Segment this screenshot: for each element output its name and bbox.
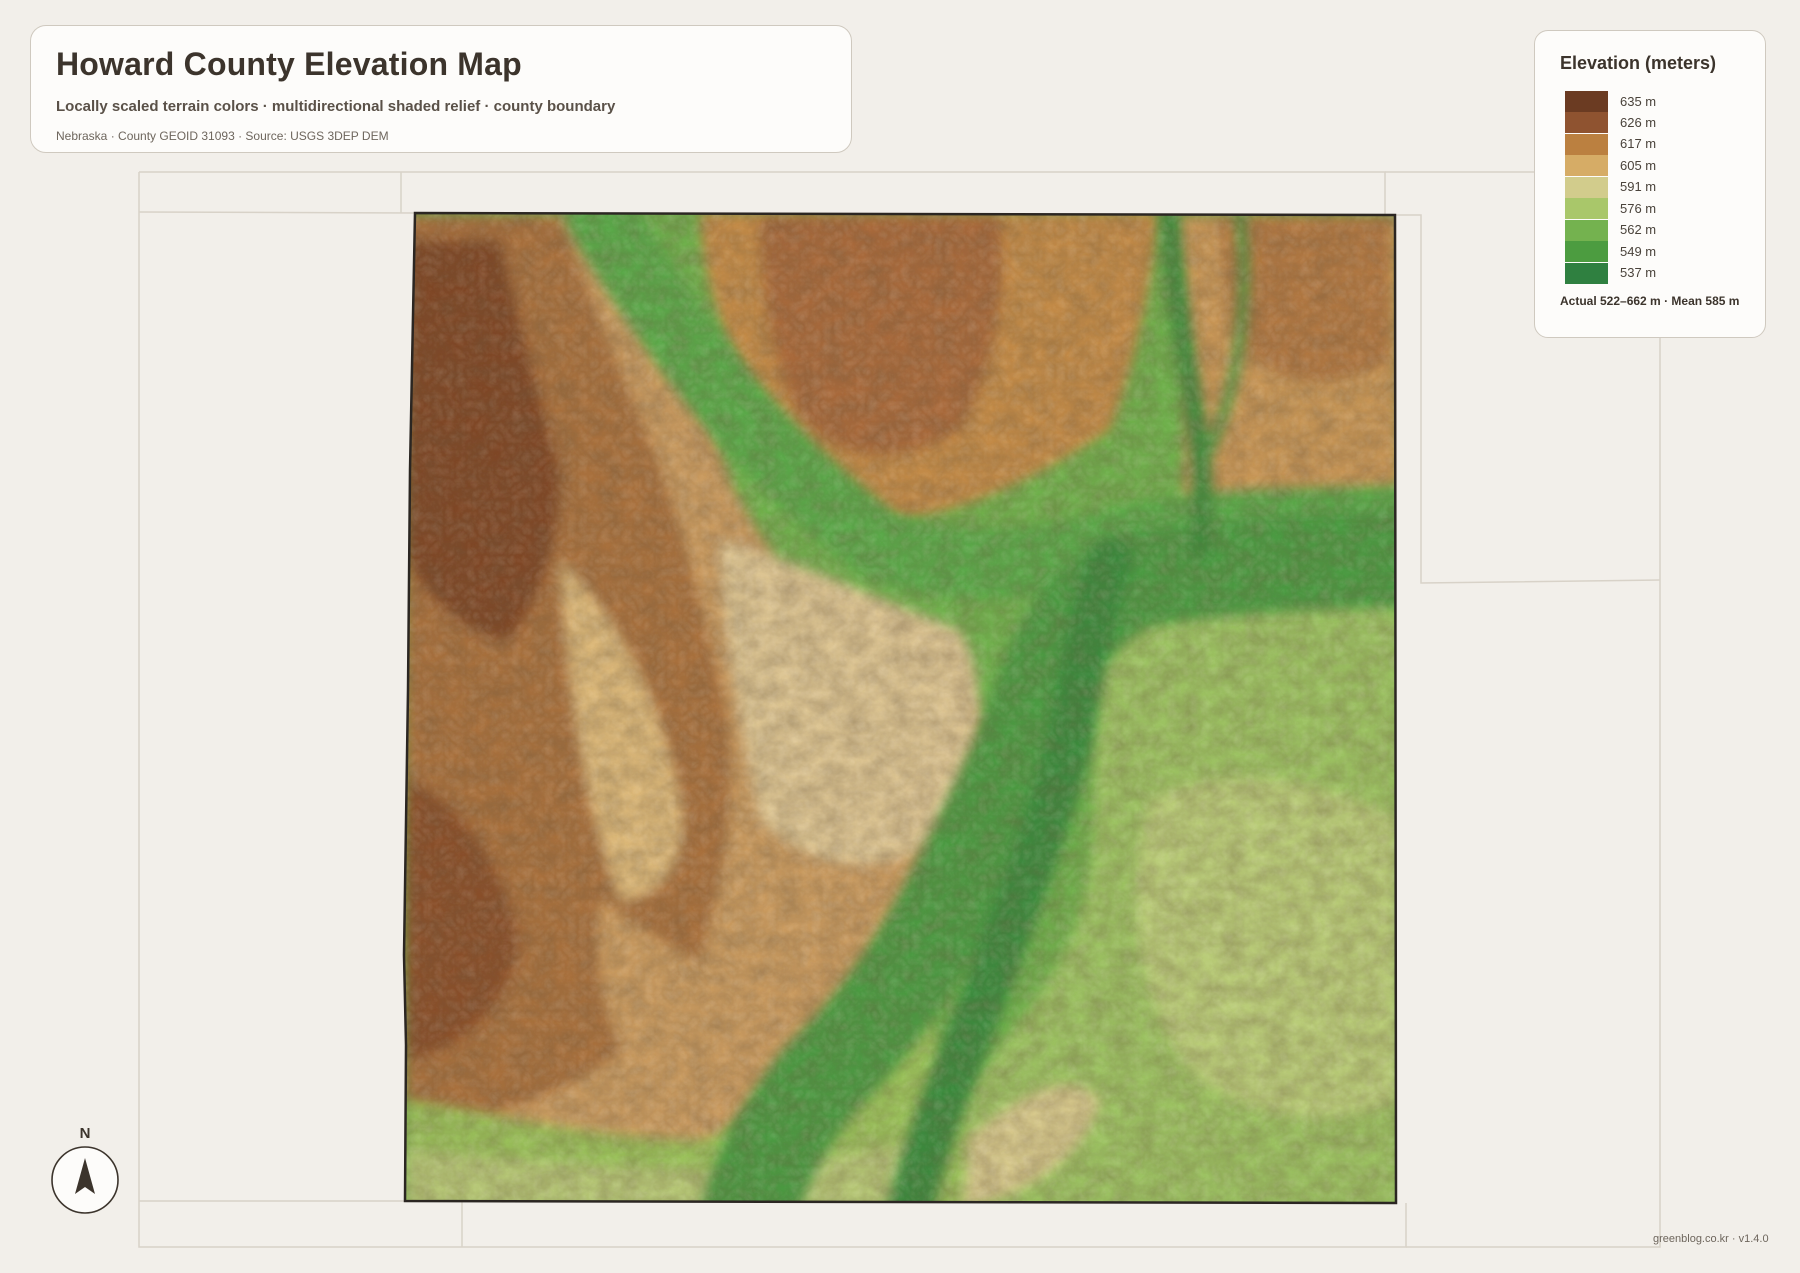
legend-swatch — [1565, 155, 1608, 176]
legend-label: 562 m — [1620, 222, 1657, 237]
legend-label: 635 m — [1620, 94, 1657, 109]
terrain-raster — [404, 213, 1396, 1203]
legend-summary: Actual 522–662 m · Mean 585 m — [1560, 294, 1740, 308]
legend-swatch — [1565, 263, 1608, 284]
credit-text: greenblog.co.kr · v1.4.0 — [1653, 1233, 1769, 1245]
legend-swatch — [1565, 134, 1608, 155]
legend-label: 605 m — [1620, 158, 1657, 173]
title-card: Howard County Elevation Map Locally scal… — [30, 25, 852, 153]
legend-swatch — [1565, 112, 1608, 133]
map-source: Nebraska · County GEOID 31093 · Source: … — [56, 129, 389, 143]
legend-swatch — [1565, 241, 1608, 262]
legend-swatch — [1565, 220, 1608, 241]
legend-swatch — [1565, 177, 1608, 198]
legend-label: 576 m — [1620, 201, 1657, 216]
north-arrow-icon: N — [51, 1125, 119, 1214]
map-title: Howard County Elevation Map — [56, 46, 522, 82]
legend-swatch — [1565, 198, 1608, 219]
legend-label: 626 m — [1620, 115, 1657, 130]
legend-card: Elevation (meters) 635 m 626 m 617 m 605… — [1534, 30, 1766, 338]
legend-label: 591 m — [1620, 179, 1657, 194]
legend-label: 549 m — [1620, 244, 1657, 259]
north-label: N — [80, 1125, 91, 1142]
legend-swatch — [1565, 91, 1608, 112]
elevation-map — [138, 171, 1661, 1248]
legend-title: Elevation (meters) — [1560, 53, 1717, 73]
legend-label: 617 m — [1620, 136, 1657, 151]
legend-label: 537 m — [1620, 265, 1657, 280]
map-subtitle: Locally scaled terrain colors · multidir… — [56, 98, 616, 115]
